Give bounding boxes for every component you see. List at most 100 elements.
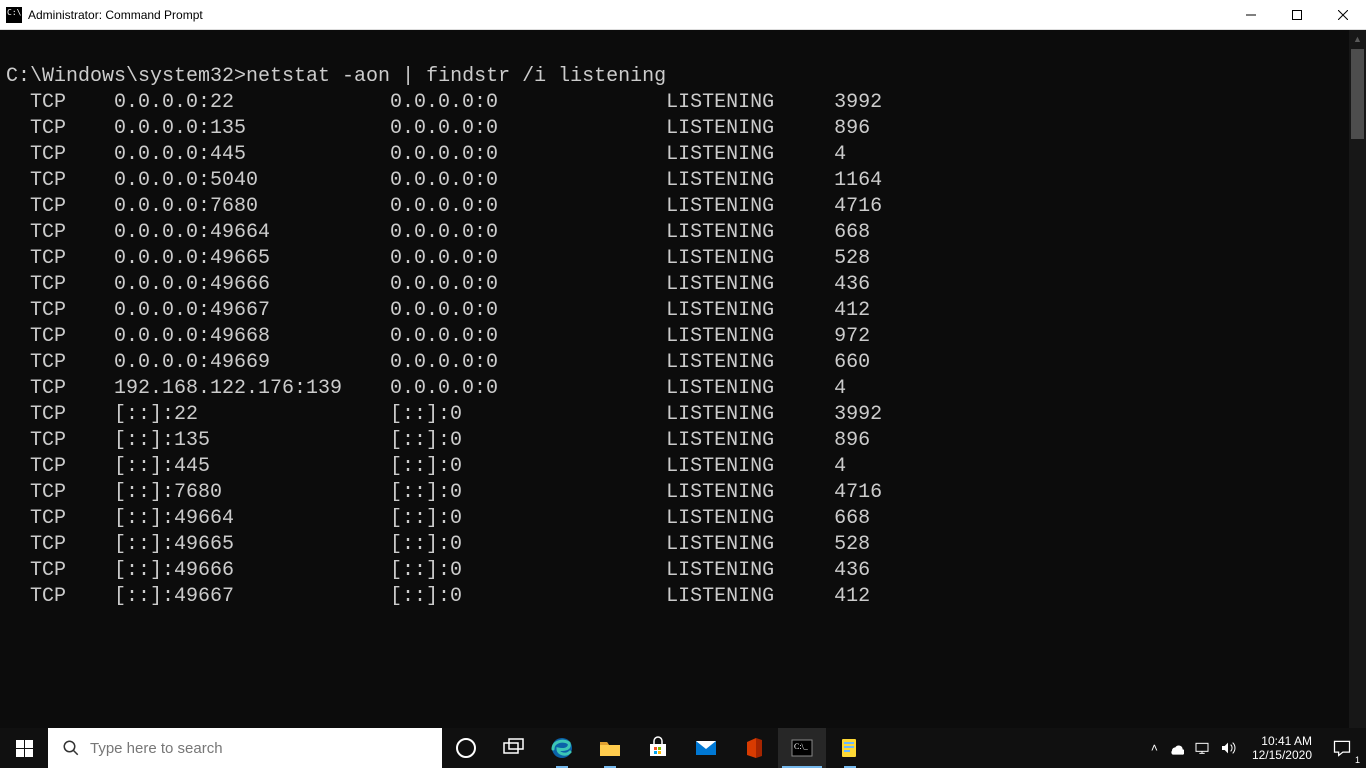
cmd-icon [6,7,22,23]
col-state: LISTENING [666,116,834,142]
netstat-row: TCP0.0.0.0:496660.0.0.0:0LISTENING436 [6,272,1347,298]
netstat-row: TCP[::]:49665[::]:0LISTENING528 [6,532,1347,558]
col-pid: 412 [834,584,870,610]
col-remote: 0.0.0.0:0 [390,376,666,402]
col-remote: [::]:0 [390,428,666,454]
col-remote: 0.0.0.0:0 [390,90,666,116]
col-pid: 972 [834,324,870,350]
terminal-prompt-line: C:\Windows\system32>netstat -aon | finds… [6,64,1347,90]
terminal-container: C:\Windows\system32>netstat -aon | finds… [0,30,1366,728]
netstat-row: TCP[::]:49666[::]:0LISTENING436 [6,558,1347,584]
col-proto: TCP [30,168,114,194]
start-button[interactable] [0,728,48,768]
col-proto: TCP [30,532,114,558]
col-proto: TCP [30,246,114,272]
search-icon [62,739,80,757]
col-pid: 668 [834,506,870,532]
col-pid: 4716 [834,194,882,220]
taskbar-app-cmd[interactable]: C:\_ [778,728,826,768]
close-button[interactable] [1320,0,1366,30]
col-state: LISTENING [666,246,834,272]
cortana-icon [454,736,478,760]
taskbar-clock[interactable]: 10:41 AM 12/15/2020 [1244,734,1320,762]
col-proto: TCP [30,142,114,168]
col-remote: 0.0.0.0:0 [390,272,666,298]
cmd-taskbar-icon: C:\_ [790,736,814,760]
network-icon[interactable] [1194,740,1210,756]
col-local: [::]:7680 [114,480,390,506]
col-state: LISTENING [666,558,834,584]
maximize-button[interactable] [1274,0,1320,30]
window-titlebar: Administrator: Command Prompt [0,0,1366,30]
minimize-button[interactable] [1228,0,1274,30]
taskbar-app-mail[interactable] [682,728,730,768]
col-state: LISTENING [666,142,834,168]
col-remote: [::]:0 [390,506,666,532]
col-local: [::]:445 [114,454,390,480]
volume-icon[interactable] [1220,740,1236,756]
col-pid: 660 [834,350,870,376]
col-pid: 4 [834,142,846,168]
taskbar-app-edge[interactable] [538,728,586,768]
col-local: [::]:135 [114,428,390,454]
col-local: 0.0.0.0:49667 [114,298,390,324]
col-pid: 4 [834,454,846,480]
col-proto: TCP [30,506,114,532]
col-proto: TCP [30,454,114,480]
col-remote: 0.0.0.0:0 [390,298,666,324]
cortana-button[interactable] [442,728,490,768]
col-local: 0.0.0.0:135 [114,116,390,142]
col-proto: TCP [30,220,114,246]
netstat-row: TCP[::]:49664[::]:0LISTENING668 [6,506,1347,532]
netstat-row: TCP[::]:49667[::]:0LISTENING412 [6,584,1347,610]
scroll-thumb[interactable] [1351,49,1364,139]
col-local: 0.0.0.0:49669 [114,350,390,376]
taskbar-app-store[interactable] [634,728,682,768]
col-pid: 3992 [834,90,882,116]
col-proto: TCP [30,584,114,610]
taskbar-app-explorer[interactable] [586,728,634,768]
col-pid: 4 [834,376,846,402]
system-tray: ˄ 10:41 AM 12/15/2020 1 [1143,728,1366,768]
col-pid: 896 [834,428,870,454]
taskbar-app-office[interactable] [730,728,778,768]
col-state: LISTENING [666,90,834,116]
action-center-button[interactable]: 1 [1320,738,1364,758]
task-view-button[interactable] [490,728,538,768]
col-state: LISTENING [666,428,834,454]
netstat-row: TCP0.0.0.0:50400.0.0.0:0LISTENING1164 [6,168,1347,194]
col-pid: 412 [834,298,870,324]
col-remote: [::]:0 [390,454,666,480]
col-remote: [::]:0 [390,402,666,428]
col-state: LISTENING [666,584,834,610]
mail-icon [694,736,718,760]
task-view-icon [502,736,526,760]
col-pid: 3992 [834,402,882,428]
terminal-output[interactable]: C:\Windows\system32>netstat -aon | finds… [0,30,1349,728]
shield-notepad-icon [838,736,862,760]
window-title: Administrator: Command Prompt [28,8,203,22]
taskbar-app-security[interactable] [826,728,874,768]
col-pid: 4716 [834,480,882,506]
col-remote: 0.0.0.0:0 [390,220,666,246]
col-state: LISTENING [666,376,834,402]
clock-date: 12/15/2020 [1252,748,1312,762]
col-pid: 896 [834,116,870,142]
netstat-row: TCP0.0.0.0:496680.0.0.0:0LISTENING972 [6,324,1347,350]
tray-overflow-icon[interactable]: ˄ [1151,741,1158,755]
col-state: LISTENING [666,350,834,376]
search-box[interactable]: Type here to search [48,728,442,768]
notification-count: 1 [1355,755,1360,765]
col-remote: [::]:0 [390,558,666,584]
netstat-row: TCP0.0.0.0:496690.0.0.0:0LISTENING660 [6,350,1347,376]
col-proto: TCP [30,428,114,454]
col-pid: 436 [834,558,870,584]
col-remote: 0.0.0.0:0 [390,246,666,272]
col-remote: 0.0.0.0:0 [390,168,666,194]
store-icon [646,736,670,760]
col-pid: 1164 [834,168,882,194]
scroll-up-arrow[interactable]: ▲ [1349,30,1366,47]
onedrive-icon[interactable] [1168,740,1184,756]
col-local: 0.0.0.0:49665 [114,246,390,272]
vertical-scrollbar[interactable]: ▲ [1349,30,1366,728]
